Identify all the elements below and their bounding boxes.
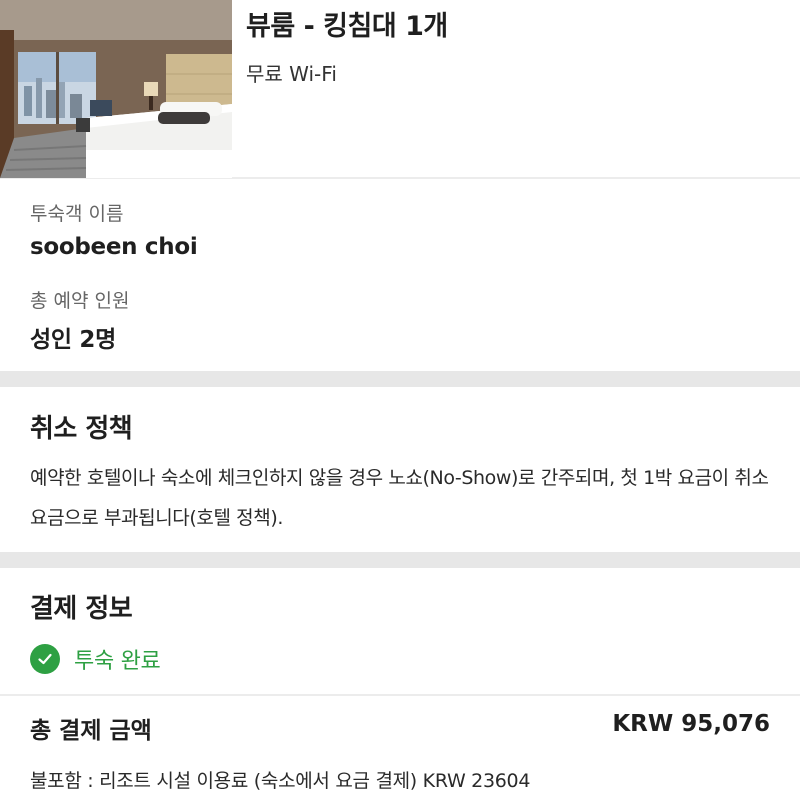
stay-status-text: 투숙 완료 bbox=[74, 649, 161, 674]
excluded-fee-note: 불포함 : 리조트 시설 이용료 (숙소에서 요금 결제) KRW 23604 bbox=[30, 770, 531, 792]
guest-count-label: 총 예약 인원 bbox=[30, 290, 130, 312]
guest-count-value: 성인 2명 bbox=[30, 327, 116, 353]
total-payment-amount: KRW 95,076 bbox=[612, 711, 770, 737]
payment-info-title: 결제 정보 bbox=[30, 594, 133, 624]
guest-name-value: soobeen choi bbox=[30, 234, 198, 260]
divider bbox=[0, 694, 800, 696]
check-circle-icon bbox=[30, 644, 60, 674]
section-divider bbox=[0, 371, 800, 387]
room-summary: 뷰룸 - 킹침대 1개 무료 Wi-Fi bbox=[0, 0, 800, 179]
room-photo bbox=[0, 0, 232, 178]
total-payment-label: 총 결제 금액 bbox=[30, 718, 152, 744]
cancellation-policy-text: 예약한 호텔이나 숙소에 체크인하지 않을 경우 노쇼(No-Show)로 간주… bbox=[30, 467, 769, 529]
cancellation-policy-title: 취소 정책 bbox=[30, 414, 133, 444]
reservation-detail-page: 뷰룸 - 킹침대 1개 무료 Wi-Fi 투숙객 이름 soobeen choi… bbox=[0, 0, 800, 801]
hotel-room-photo-icon bbox=[0, 0, 232, 178]
room-amenity-wifi: 무료 Wi-Fi bbox=[246, 62, 337, 86]
room-title: 뷰룸 - 킹침대 1개 bbox=[246, 11, 448, 42]
section-divider bbox=[0, 552, 800, 568]
guest-name-label: 투숙객 이름 bbox=[30, 203, 124, 225]
stay-status: 투숙 완료 bbox=[30, 642, 161, 676]
